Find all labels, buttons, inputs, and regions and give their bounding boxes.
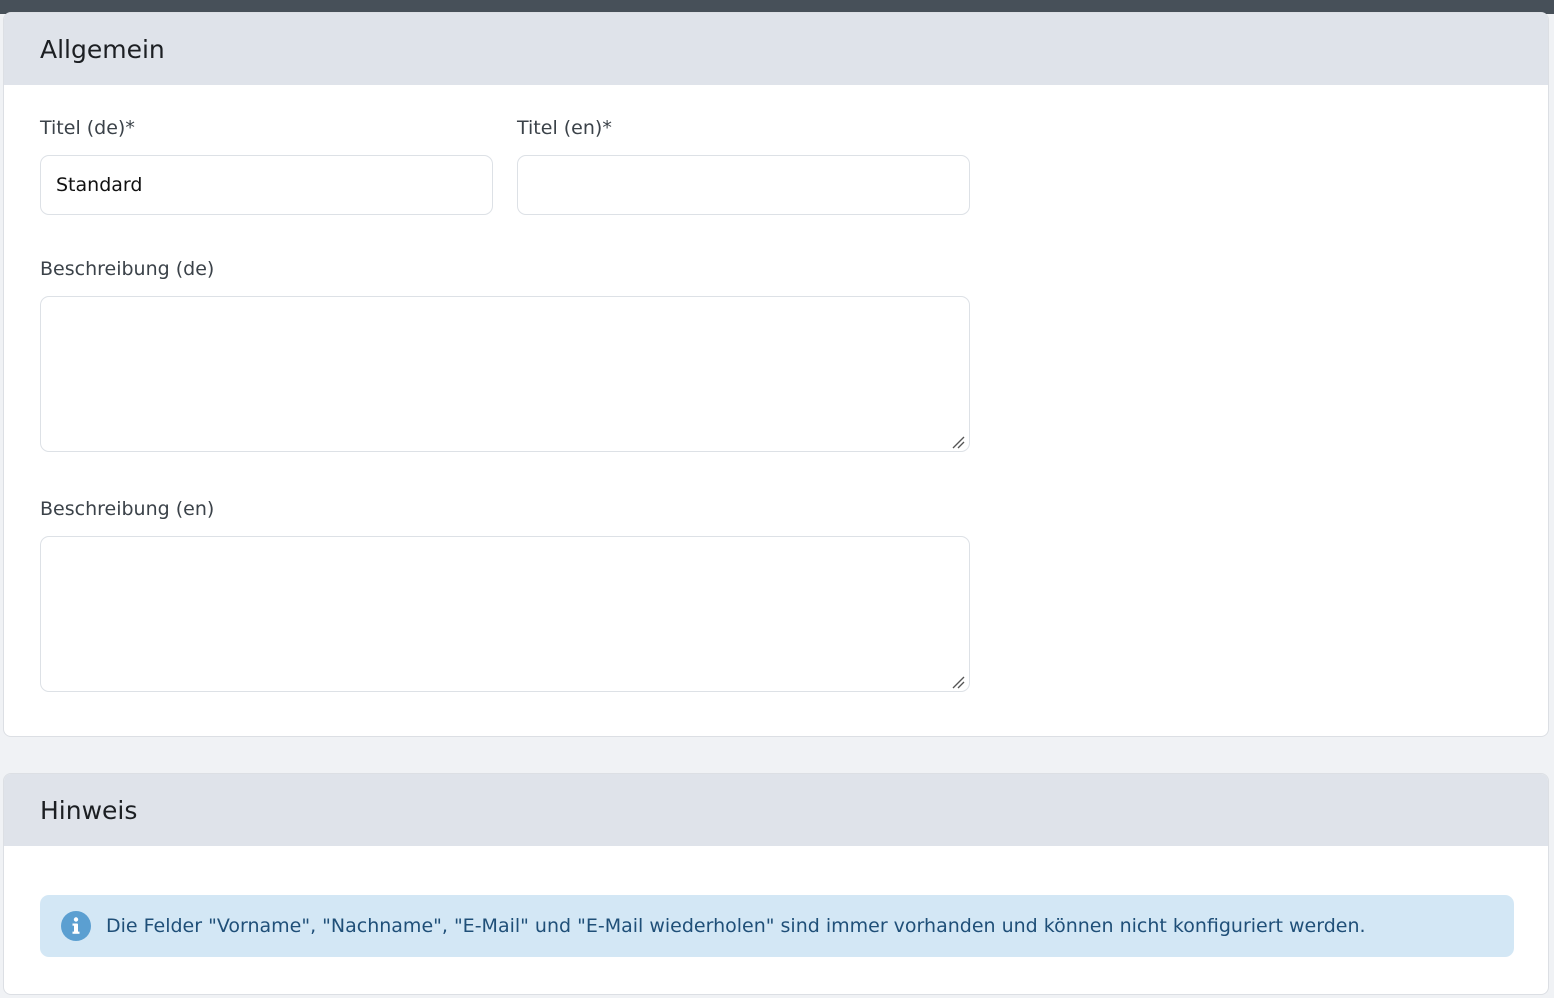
description-en-label: Beschreibung (en): [40, 498, 215, 520]
description-de-resize-handle[interactable]: [951, 435, 965, 449]
title-en-label: Titel (en)*: [517, 117, 612, 139]
description-de-label: Beschreibung (de): [40, 258, 215, 280]
info-icon: [61, 911, 91, 941]
description-de-textarea[interactable]: [40, 296, 970, 452]
note-card-title: Hinweis: [40, 795, 138, 825]
info-alert: Die Felder "Vorname", "Nachname", "E-Mai…: [40, 895, 1514, 957]
general-card: Allgemein Titel (de)* Titel (en)* Beschr…: [3, 12, 1549, 737]
general-card-title: Allgemein: [40, 34, 165, 64]
note-card: Hinweis Die Felder "Vorname", "Nachname"…: [3, 773, 1549, 995]
info-alert-message: Die Felder "Vorname", "Nachname", "E-Mai…: [106, 915, 1366, 937]
title-en-input[interactable]: [517, 155, 970, 215]
title-de-label: Titel (de)*: [40, 117, 135, 139]
note-card-header: Hinweis: [4, 774, 1548, 846]
title-de-input[interactable]: [40, 155, 493, 215]
general-card-header: Allgemein: [4, 13, 1548, 85]
description-en-resize-handle[interactable]: [951, 675, 965, 689]
description-en-textarea[interactable]: [40, 536, 970, 692]
